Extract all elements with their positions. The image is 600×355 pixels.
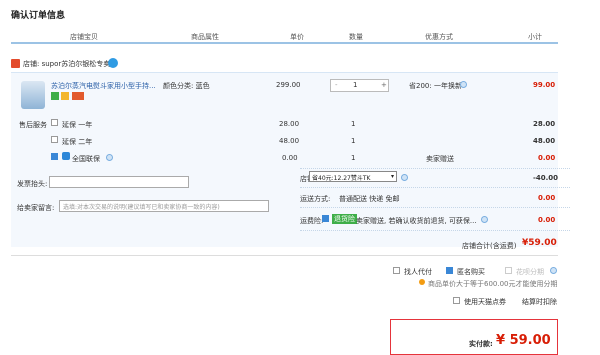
anonymous-checkbox[interactable] xyxy=(446,267,453,274)
shop-name-link[interactable]: 店铺: supor苏泊尔银松专卖 xyxy=(23,59,110,69)
message-label: 给卖家留言: xyxy=(17,204,55,212)
tmall-points-checkbox[interactable] xyxy=(453,297,460,304)
service-label: 售后服务 xyxy=(19,121,47,129)
chevron-down-icon: ▾ xyxy=(390,173,394,180)
final-label: 实付款: xyxy=(469,340,493,348)
warranty-info-icon[interactable] xyxy=(106,154,113,161)
shop-total-label: 店铺合计(含运费) xyxy=(462,242,517,250)
product-name-link[interactable]: 苏泊尔蒸汽电熨斗家用小型手持... xyxy=(51,81,156,91)
quantity-stepper[interactable]: - 1 + xyxy=(330,79,389,92)
product-thumbnail[interactable] xyxy=(21,81,45,109)
shipping-value: 普通配送 快递 免邮 xyxy=(339,195,400,203)
guarantee-icon xyxy=(51,92,59,100)
product-attr: 颜色分类: 蓝色 xyxy=(163,82,210,90)
minus-button[interactable]: - xyxy=(335,81,338,89)
proxy-pay-label: 找人代付 xyxy=(404,268,432,276)
final-value: ¥ 59.00 xyxy=(496,333,551,348)
shop-total-value: ¥59.00 xyxy=(522,238,557,248)
final-total-box: 实付款: ¥ 59.00 xyxy=(390,319,558,355)
warning-icon xyxy=(419,279,425,285)
huabei-label: 花呗分期 xyxy=(516,268,544,276)
col-subtotal: 小计 xyxy=(528,33,542,41)
settle-note: 结算时扣除 xyxy=(522,298,557,306)
service-qty-1: 1 xyxy=(351,120,356,128)
shop-discount-select[interactable]: 省40元:12.27赞斗TK ▾ xyxy=(309,171,397,182)
divider xyxy=(300,168,570,169)
tmall-points-label: 使用天猫点券 xyxy=(464,298,506,306)
product-price: 299.00 xyxy=(276,81,301,89)
service-subtotal-3: 0.00 xyxy=(538,154,556,162)
service-subtotal-2: 48.00 xyxy=(533,137,556,145)
quantity-input[interactable]: 1 xyxy=(353,81,357,89)
plus-button[interactable]: + xyxy=(381,81,387,89)
insurance-label: 运费险: xyxy=(300,217,324,225)
huabei-checkbox[interactable] xyxy=(505,267,512,274)
service-subtotal-1: 28.00 xyxy=(533,120,556,128)
service-checkbox-3[interactable] xyxy=(51,153,58,160)
proxy-pay-checkbox[interactable] xyxy=(393,267,400,274)
invoice-input[interactable] xyxy=(49,176,189,188)
card-icon xyxy=(72,92,84,100)
divider xyxy=(300,207,570,208)
page-title: 确认订单信息 xyxy=(11,11,66,21)
shop-icon xyxy=(11,59,20,68)
shop-discount-amount: -40.00 xyxy=(533,174,559,182)
huabei-note: 商品单价大于等于600.00元才能使用分期 xyxy=(428,280,558,288)
divider xyxy=(300,187,570,188)
service-price-1: 28.00 xyxy=(279,120,300,128)
col-qty: 数量 xyxy=(349,33,363,41)
anonymous-label: 匿名购买 xyxy=(457,268,485,276)
service-checkbox-2[interactable] xyxy=(51,136,58,143)
service-name-1: 延保 一年 xyxy=(62,121,93,129)
service-name-2: 延保 二年 xyxy=(62,138,93,146)
shop-discount-info-icon[interactable] xyxy=(401,174,408,181)
discount-info-icon[interactable] xyxy=(460,81,467,88)
item-subtotal: 99.00 xyxy=(533,81,556,89)
service-price-2: 48.00 xyxy=(279,137,300,145)
col-attr: 商品属性 xyxy=(191,33,219,41)
shop-discount-value: 省40元:12.27赞斗TK xyxy=(312,175,371,182)
col-shop-item: 店铺宝贝 xyxy=(70,33,98,41)
item-discount: 省200: 一年换新 xyxy=(409,82,462,90)
col-price: 单价 xyxy=(290,33,304,41)
service-name-3: 全国联保 xyxy=(72,155,100,163)
invoice-label: 发票抬头: xyxy=(17,180,48,188)
chat-icon[interactable] xyxy=(108,58,118,68)
shipping-amount: 0.00 xyxy=(538,194,556,202)
message-input[interactable]: 选填:对本次交易的说明(建议填写已和卖家协商一致的内容) xyxy=(59,200,269,212)
insurance-tag: 退货险 xyxy=(332,214,357,224)
table-header: 店铺宝贝 商品属性 单价 数量 优惠方式 小计 xyxy=(11,28,558,44)
service-price-3: 0.00 xyxy=(282,154,298,162)
shipping-label: 运送方式: xyxy=(300,195,331,203)
col-discount: 优惠方式 xyxy=(425,33,453,41)
insurance-info-icon[interactable] xyxy=(481,216,488,223)
divider xyxy=(11,255,558,256)
huabei-info-icon[interactable] xyxy=(550,267,557,274)
service-checkbox-1[interactable] xyxy=(51,119,58,126)
warranty-icon xyxy=(62,152,70,160)
divider xyxy=(300,230,570,231)
insurance-amount: 0.00 xyxy=(538,216,556,224)
service-qty-2: 1 xyxy=(351,137,356,145)
shop-row: 店铺: supor苏泊尔银松专卖 xyxy=(11,58,558,72)
insurance-checkbox[interactable] xyxy=(322,215,329,222)
service-qty-3: 1 xyxy=(351,154,356,162)
credit-icon xyxy=(61,92,69,100)
service-note-3: 卖家赠送 xyxy=(426,155,454,163)
insurance-text: 卖家赠送, 若确认收货前退货, 可获保... xyxy=(356,217,477,225)
order-item-block: 苏泊尔蒸汽电熨斗家用小型手持... 颜色分类: 蓝色 299.00 - 1 + … xyxy=(11,72,570,250)
